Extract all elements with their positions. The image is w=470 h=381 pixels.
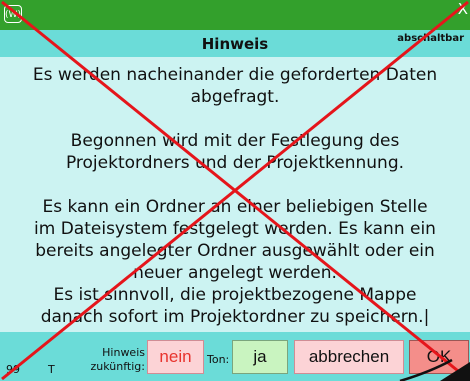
ton-label: Ton: — [207, 353, 230, 366]
message-line: neuer angelegt werden. — [133, 263, 337, 283]
abbrechen-button[interactable]: abbrechen — [294, 340, 404, 374]
hinweis-zukuenftig-label: Hinweis zukünftig: — [80, 346, 145, 374]
dialog-header: Hinweis abschaltbar — [0, 30, 470, 56]
message-line: abgefragt. — [190, 87, 280, 107]
ja-button[interactable]: ja — [232, 340, 288, 374]
status-number: 99 — [6, 363, 20, 376]
message-line: Es ist sinnvoll, die projektbezogene Map… — [53, 285, 417, 305]
zukuenftig-label-line: zukünftig: — [90, 360, 145, 373]
nein-button[interactable]: nein — [147, 340, 204, 374]
button-bar: 99 T Hinweis zukünftig: nein Ton: ja abb… — [0, 332, 470, 381]
message-line: danach sofort im Projektordner zu speich… — [40, 307, 430, 327]
message-line: Es werden nacheinander die geforderten D… — [32, 65, 438, 85]
title-bar: (W) X — [0, 0, 470, 30]
app-icon: (W) — [4, 5, 22, 23]
hinweis-label-line: Hinweis — [102, 346, 145, 359]
message-line — [0, 174, 470, 196]
ok-button[interactable]: OK — [409, 340, 469, 374]
close-icon[interactable]: X — [458, 2, 468, 17]
message-line: bereits angelegter Ordner ausgewählt ode… — [35, 241, 435, 261]
message-area: Es werden nacheinander die geforderten D… — [0, 57, 470, 332]
message-line: Projektordners und der Projektkennung. — [65, 153, 405, 173]
abschaltbar-label: abschaltbar — [397, 33, 464, 44]
message-line — [0, 108, 470, 130]
message-line: im Dateisystem festgelegt werden. Es kan… — [34, 219, 436, 239]
message-line: Es kann ein Ordner an einer beliebigen S… — [42, 197, 428, 217]
message-line: Begonnen wird mit der Festlegung des — [70, 131, 400, 151]
status-letter: T — [48, 363, 55, 376]
